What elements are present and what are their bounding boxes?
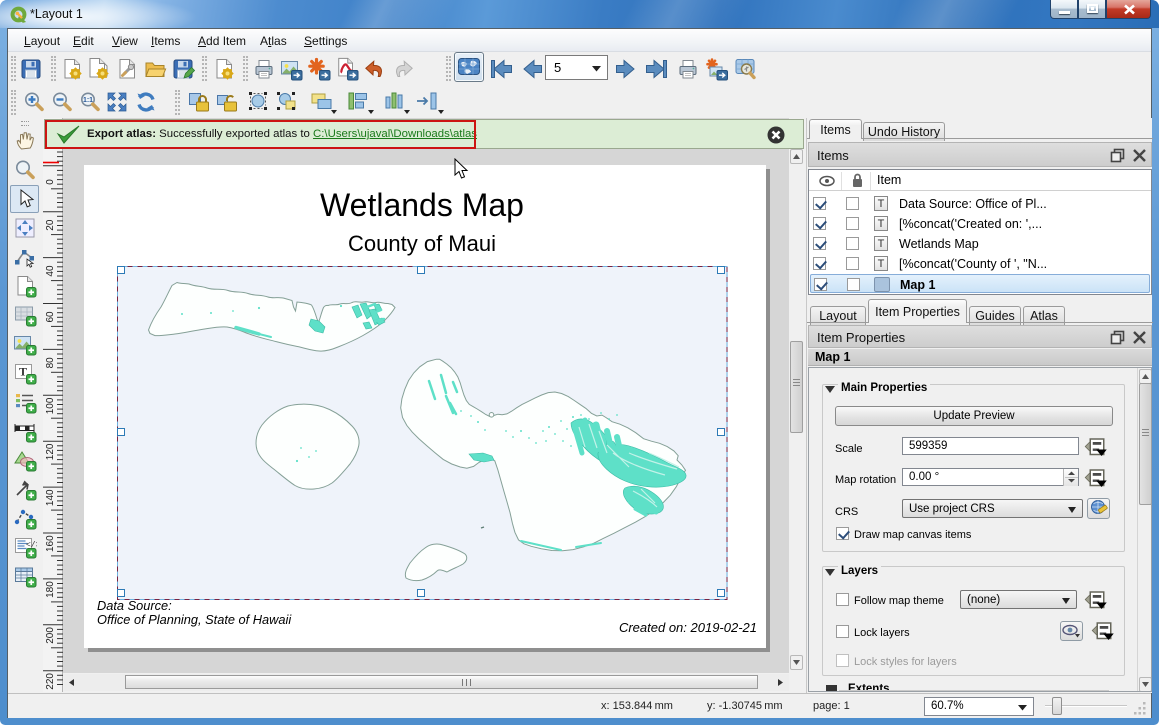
svg-text:0: 0	[45, 179, 56, 185]
svg-text:180: 180	[45, 581, 56, 598]
svg-text:1:1: 1:1	[83, 97, 93, 104]
svg-text:T: T	[19, 365, 27, 379]
svg-text:20: 20	[45, 219, 56, 231]
svg-text:100: 100	[45, 397, 56, 414]
svg-text:40: 40	[45, 265, 56, 277]
svg-text:200: 200	[45, 627, 56, 644]
svg-text:140: 140	[45, 489, 56, 506]
svg-text:220: 220	[45, 673, 56, 690]
svg-text:160: 160	[45, 535, 56, 552]
svg-text:120: 120	[45, 443, 56, 460]
svg-text:60: 60	[45, 311, 56, 323]
svg-text:80: 80	[45, 357, 56, 369]
